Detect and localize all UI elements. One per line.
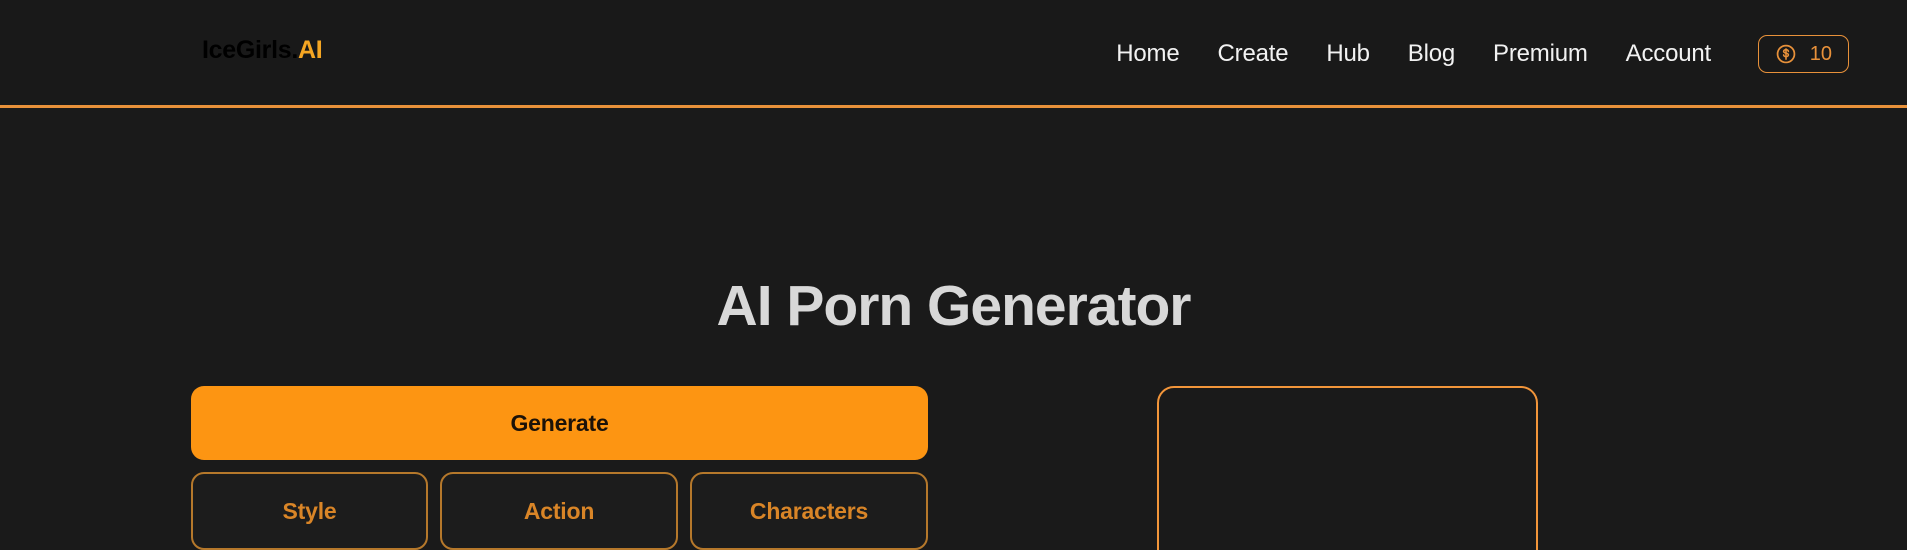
options-row: Style Action Characters — [191, 472, 928, 550]
characters-button[interactable]: Characters — [690, 472, 928, 550]
page-title: AI Porn Generator — [716, 274, 1192, 338]
credits-value: 10 — [1809, 43, 1832, 65]
action-button[interactable]: Action — [440, 472, 678, 550]
site-header: IceGirls.AI Home Create Hub Blog Premium… — [0, 0, 1907, 108]
generate-button[interactable]: Generate — [191, 386, 928, 460]
generator-controls: Generate Style Action Characters NEW Sav… — [191, 386, 928, 550]
nav-item-create[interactable]: Create — [1218, 40, 1289, 68]
nav-item-hub[interactable]: Hub — [1326, 40, 1370, 68]
site-logo[interactable]: IceGirls.AI — [202, 36, 323, 65]
main-navigation: Home Create Hub Blog Premium Account — [1116, 0, 1711, 108]
style-button-label: Style — [282, 497, 337, 524]
nav-item-account[interactable]: Account — [1626, 40, 1712, 68]
logo-text-accent: AI — [297, 36, 323, 64]
logo-text-main: IceGirls. — [202, 36, 298, 64]
nav-item-premium[interactable]: Premium — [1493, 40, 1588, 68]
nav-item-blog[interactable]: Blog — [1408, 40, 1455, 68]
page-body: AI Porn Generator Generate Style Action … — [0, 108, 1907, 550]
action-button-label: Action — [523, 497, 595, 524]
credits-badge[interactable]: 10 — [1757, 35, 1849, 73]
characters-button-label: Characters — [749, 497, 869, 524]
style-button[interactable]: Style — [191, 472, 428, 550]
nav-item-home[interactable]: Home — [1116, 40, 1179, 68]
image-preview-panel[interactable] — [1157, 386, 1538, 550]
dollar-coin-icon — [1775, 43, 1797, 65]
